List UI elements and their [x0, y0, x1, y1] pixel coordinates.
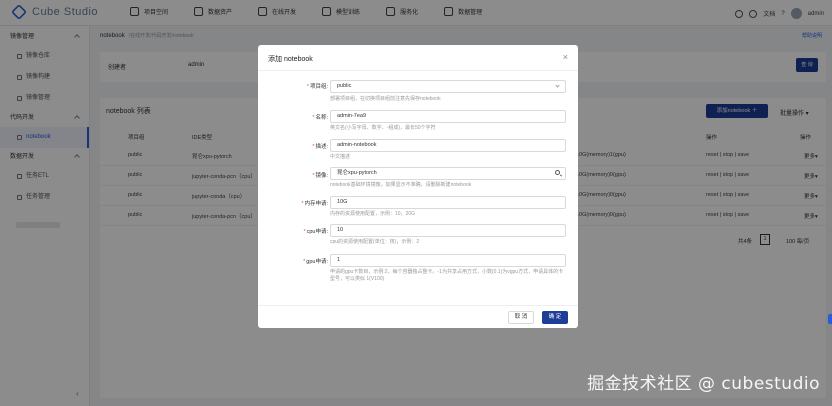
chevron-down-icon	[555, 83, 560, 88]
divider	[258, 70, 578, 71]
cancel-button[interactable]: 取 消	[508, 311, 534, 324]
close-icon[interactable]: ×	[563, 52, 568, 62]
field-label-project: *项目组:	[306, 84, 328, 90]
field-label-cpu: *cpu申请:	[303, 229, 328, 235]
add-notebook-modal: 添加 notebook × *项目组: public 部署项目组，在切换项目组前…	[258, 45, 578, 328]
confirm-button[interactable]: 确 定	[542, 311, 568, 324]
field-label-gpu: *gpu申请:	[303, 259, 328, 265]
name-input[interactable]: admin-7ea9	[330, 110, 566, 123]
watermark-text: 掘金技术社区 @ cubestudio	[587, 374, 820, 394]
field-help: 英文名(小写字母、数字、-组成)，最长50个字符	[330, 125, 436, 131]
field-label-desc: *描述:	[312, 144, 328, 150]
field-help: 部署项目组，在切换项目组前注意先保存notebook	[330, 96, 441, 102]
project-select[interactable]: public	[330, 80, 566, 93]
side-tab-handle[interactable]	[828, 314, 832, 324]
desc-input[interactable]: admin-notebook	[330, 139, 566, 152]
select-value: public	[337, 83, 352, 89]
memory-input[interactable]: 10G	[330, 196, 566, 209]
field-label-memory: *内存申请:	[301, 201, 328, 207]
field-help: 中文描述	[330, 154, 351, 160]
field-help: 内存的资源使用配置，示例：10，20G	[330, 211, 416, 217]
field-help: notebook基础环境镜像，如果显示不准确，请删除新建notebook	[330, 182, 472, 188]
image-search-input[interactable]: 昆仑xpu-pytorch	[330, 167, 566, 180]
search-icon[interactable]	[555, 170, 560, 175]
field-help: 申请的gpu卡数目，示例:2，每个容器独占整卡。-1为共享占用方式，小数(0.1…	[330, 269, 564, 282]
divider	[258, 305, 578, 306]
field-help: cpu的资源使用配置(单位：核)，示例：2	[330, 239, 420, 245]
cpu-input[interactable]: 10	[330, 224, 566, 237]
gpu-input[interactable]: 1	[330, 254, 566, 267]
field-label-name: *名称:	[312, 115, 328, 121]
field-label-image: *镜像:	[312, 173, 328, 179]
modal-title: 添加 notebook	[268, 56, 313, 63]
input-value: 昆仑xpu-pytorch	[337, 170, 377, 176]
